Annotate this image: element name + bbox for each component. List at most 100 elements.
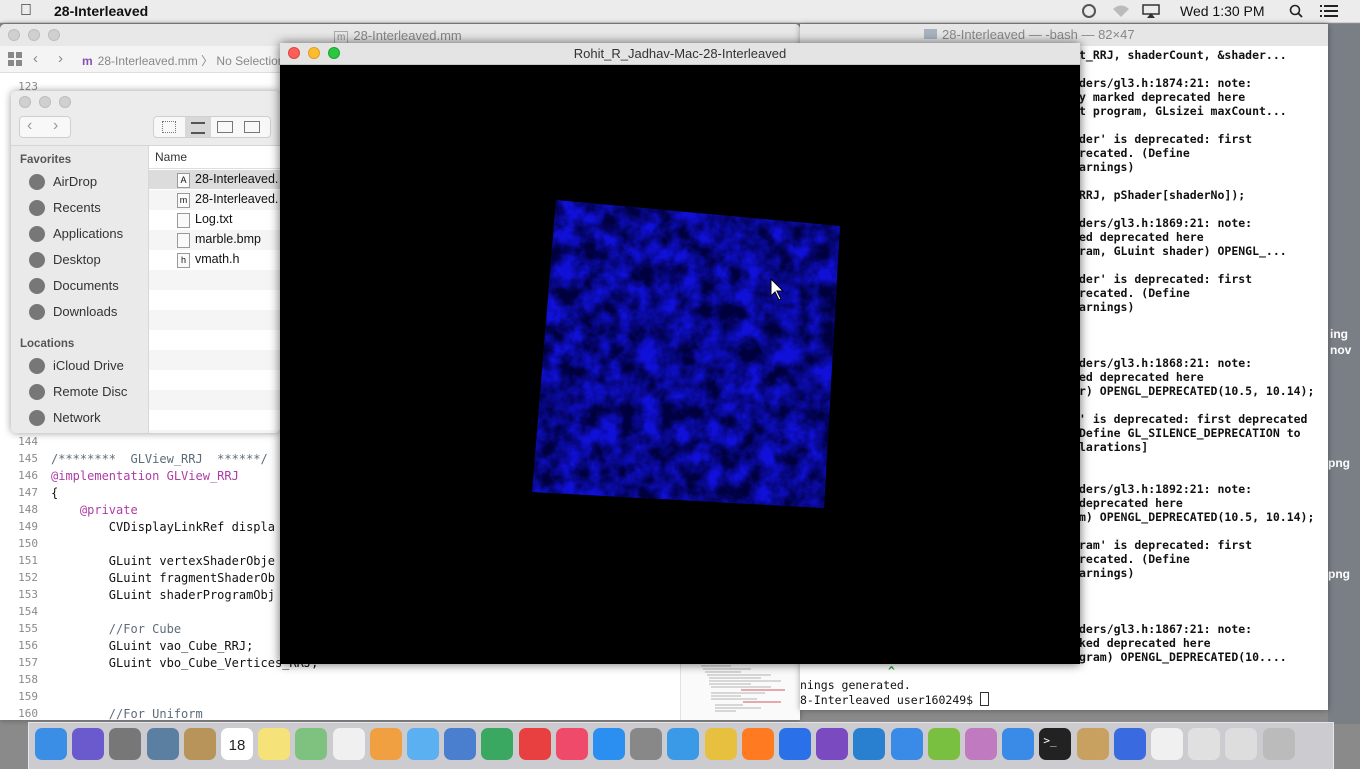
notes-icon[interactable] xyxy=(258,728,291,760)
messages-icon[interactable] xyxy=(407,728,439,760)
line-number: 157 xyxy=(18,656,38,669)
trash-icon[interactable] xyxy=(1262,728,1295,760)
sidebar-item-icloud-drive[interactable]: iCloud Drive xyxy=(27,356,147,378)
apple-menu-icon[interactable]:  xyxy=(20,2,32,20)
finder-icon[interactable] xyxy=(35,728,67,760)
list-view-icon[interactable] xyxy=(185,117,211,137)
preview2-icon[interactable] xyxy=(1188,728,1221,760)
spotlight-search-icon[interactable] xyxy=(1288,4,1306,18)
sidebar-item-label: Documents xyxy=(53,278,119,293)
related-items-icon[interactable] xyxy=(8,52,22,66)
xcode-icon[interactable] xyxy=(890,728,923,760)
textedit-icon[interactable] xyxy=(1151,728,1183,760)
creative-cloud-icon[interactable] xyxy=(1080,4,1098,18)
appstore-icon[interactable] xyxy=(593,728,625,760)
news-icon[interactable] xyxy=(518,728,551,760)
sidebar-item-label: Downloads xyxy=(53,304,118,319)
gl-window-title-bar[interactable]: Rohit_R_Jadhav-Mac-28-Interleaved xyxy=(280,43,1080,65)
notification-center-icon[interactable] xyxy=(1320,4,1338,18)
xcode-minimize-button[interactable] xyxy=(28,29,40,41)
terminal-line: recated. (Define xyxy=(1079,146,1190,160)
line-number: 146 xyxy=(18,469,38,482)
gallery-view-icon[interactable] xyxy=(244,121,260,133)
sidebar-item-network[interactable]: Network xyxy=(27,408,147,430)
vscode-icon[interactable] xyxy=(853,728,886,760)
terminal-line: deprecated here xyxy=(1079,496,1183,510)
folder-icon[interactable] xyxy=(1076,728,1109,760)
wifi-icon[interactable] xyxy=(1112,4,1130,18)
reminders-icon[interactable] xyxy=(332,728,365,760)
back-arrow-icon[interactable]: ‹ xyxy=(33,50,38,67)
file-row[interactable]: Log.txt xyxy=(149,210,280,229)
keynote-icon[interactable] xyxy=(444,728,477,760)
sidebar-item-downloads[interactable]: Downloads xyxy=(27,302,147,324)
airplay-icon[interactable] xyxy=(1142,4,1160,18)
sidebar-item-recents[interactable]: Recents xyxy=(27,198,147,220)
gl-canvas[interactable] xyxy=(280,64,1080,664)
code-minimap[interactable] xyxy=(680,660,800,720)
instruments-icon[interactable] xyxy=(965,728,997,760)
visualstudio-icon[interactable] xyxy=(816,728,849,760)
desktop-file-label[interactable]: png xyxy=(1328,567,1350,581)
xcode2-icon[interactable] xyxy=(1002,728,1035,760)
sidebar-item-documents[interactable]: Documents xyxy=(27,276,147,298)
file-row[interactable]: marble.bmp xyxy=(149,230,280,249)
back-arrow-icon[interactable]: ‹ xyxy=(27,117,32,135)
xcode-close-button[interactable] xyxy=(8,29,20,41)
breadcrumb-selection[interactable]: No Selection xyxy=(216,54,284,68)
desktop-icon xyxy=(29,252,45,268)
firefox-icon[interactable] xyxy=(741,728,774,760)
marble-texture xyxy=(532,200,840,508)
calendar-icon[interactable]: 18 xyxy=(221,728,253,760)
quicktime-icon[interactable] xyxy=(1113,728,1146,760)
file-row[interactable]: A 28-Interleaved. xyxy=(149,170,280,189)
maps-icon[interactable] xyxy=(295,728,328,760)
finder-minimize-button[interactable] xyxy=(39,96,51,108)
preview-icon[interactable] xyxy=(146,728,179,760)
menu-clock[interactable]: Wed 1:30 PM xyxy=(1180,3,1265,19)
finder-zoom-button[interactable] xyxy=(59,96,71,108)
dropbox-icon[interactable] xyxy=(779,728,811,760)
desktop-file-label[interactable]: png xyxy=(1328,456,1350,470)
file-row[interactable]: h vmath.h xyxy=(149,250,280,269)
screenshot-icon[interactable] xyxy=(1225,728,1258,760)
finder-close-button[interactable] xyxy=(19,96,31,108)
siri-icon[interactable] xyxy=(72,728,105,760)
minimap-lines xyxy=(701,665,785,712)
xcode-zoom-button[interactable] xyxy=(48,29,60,41)
terminal-icon[interactable]: >_ xyxy=(1039,728,1072,760)
forward-arrow-icon[interactable]: › xyxy=(58,50,63,67)
icon-view-icon[interactable] xyxy=(162,121,176,133)
sidebar-section-favorites: Favorites xyxy=(20,154,72,166)
desktop-file-label[interactable]: nov xyxy=(1330,343,1351,357)
android-studio-icon[interactable] xyxy=(927,728,960,760)
launchpad-icon[interactable] xyxy=(109,728,142,760)
opengl-window: Rohit_R_Jadhav-Mac-28-Interleaved xyxy=(280,43,1080,664)
sidebar-item-airdrop[interactable]: AirDrop xyxy=(27,172,147,194)
column-header-name[interactable]: Name xyxy=(149,146,280,169)
music-icon[interactable] xyxy=(555,728,588,760)
line-number: 152 xyxy=(18,571,38,584)
safari-icon[interactable] xyxy=(667,728,700,760)
settings-icon[interactable] xyxy=(630,728,663,760)
contacts-icon[interactable] xyxy=(183,728,216,760)
file-icon: m xyxy=(177,193,190,208)
terminal-line: arnings) xyxy=(1079,300,1135,314)
list-stripe xyxy=(149,350,280,370)
photos-icon[interactable] xyxy=(369,728,402,760)
file-row[interactable]: m 28-Interleaved. xyxy=(149,190,280,209)
disc-icon xyxy=(29,384,45,400)
sidebar-item-applications[interactable]: Applications xyxy=(27,224,147,246)
active-app-name[interactable]: 28-Interleaved xyxy=(54,3,148,19)
breadcrumb-file[interactable]: 28-Interleaved.mm xyxy=(98,54,198,68)
file-icon: h xyxy=(177,253,190,268)
numbers-icon[interactable] xyxy=(481,728,514,760)
sidebar-item-label: Applications xyxy=(53,226,124,241)
sidebar-item-desktop[interactable]: Desktop xyxy=(27,250,147,272)
chrome-icon[interactable] xyxy=(704,728,737,760)
column-view-icon[interactable] xyxy=(217,121,233,133)
forward-arrow-icon[interactable]: › xyxy=(53,117,58,135)
desktop-file-label[interactable]: ing xyxy=(1330,327,1348,341)
sidebar-item-remote-disc[interactable]: Remote Disc xyxy=(27,382,147,404)
shell-prompt[interactable]: 8-Interleaved user160249$ xyxy=(800,692,990,707)
